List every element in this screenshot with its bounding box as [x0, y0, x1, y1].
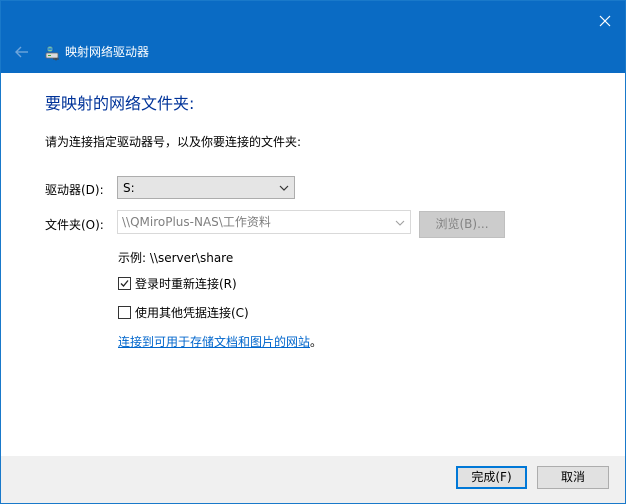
reconnect-checkbox[interactable]	[118, 277, 131, 290]
link-suffix: 。	[310, 335, 323, 349]
folder-path-value: \\QMiroPlus-NAS\工作资料	[122, 215, 271, 229]
back-arrow-icon	[15, 46, 28, 58]
back-button[interactable]	[11, 41, 33, 63]
browse-button[interactable]: 浏览(B)...	[419, 211, 505, 238]
map-network-drive-dialog: 映射网络驱动器 要映射的网络文件夹: 请为连接指定驱动器号，以及你要连接的文件夹…	[0, 0, 626, 504]
close-button[interactable]	[593, 9, 617, 33]
reconnect-label: 登录时重新连接(R)	[135, 277, 237, 291]
drive-letter-value: S:	[123, 181, 135, 195]
network-drive-icon	[45, 45, 61, 61]
cancel-button[interactable]: 取消	[537, 466, 609, 489]
drive-letter-select[interactable]: S:	[117, 176, 295, 199]
other-credentials-checkbox[interactable]	[118, 306, 131, 319]
window-title: 映射网络驱动器	[65, 45, 150, 59]
instruction-text: 请为连接指定驱动器号，以及你要连接的文件夹:	[45, 135, 302, 149]
folder-label: 文件夹(O):	[45, 218, 104, 232]
finish-button[interactable]: 完成(F)	[456, 466, 527, 489]
example-text: 示例: \\server\share	[118, 251, 234, 265]
chevron-down-icon	[395, 220, 405, 226]
drive-label: 驱动器(D):	[45, 183, 104, 197]
dialog-footer: 完成(F) 取消	[1, 456, 625, 503]
title-bar: 映射网络驱动器	[1, 1, 625, 73]
folder-path-combobox[interactable]: \\QMiroPlus-NAS\工作资料	[117, 210, 411, 234]
checkmark-icon	[120, 280, 129, 287]
website-link-line: 连接到可用于存储文档和图片的网站。	[118, 334, 322, 350]
website-link[interactable]: 连接到可用于存储文档和图片的网站	[118, 335, 310, 349]
other-credentials-label: 使用其他凭据连接(C)	[135, 306, 249, 320]
chevron-down-icon	[279, 185, 289, 191]
page-heading: 要映射的网络文件夹:	[45, 94, 195, 113]
close-icon	[599, 15, 611, 27]
